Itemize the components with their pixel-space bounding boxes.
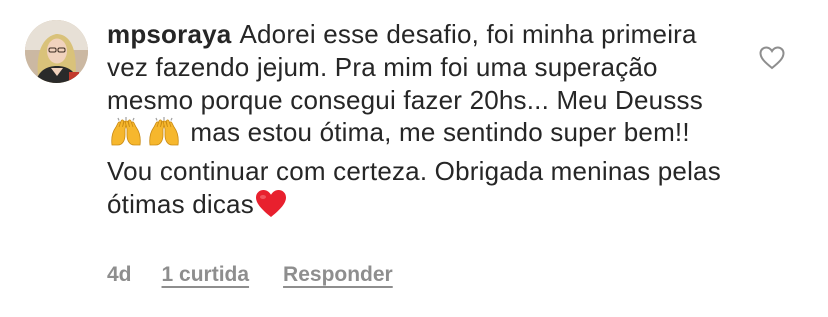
comment-meta: 4d 1 curtida Responder bbox=[107, 259, 393, 291]
comment: mpsoraya Adorei esse desafio, foi minha p… bbox=[0, 0, 828, 317]
red-heart-icon bbox=[255, 189, 287, 227]
reply-button[interactable]: Responder bbox=[283, 259, 393, 291]
likes-count-link[interactable]: 1 curtida bbox=[162, 259, 250, 291]
raising-hands-icon bbox=[146, 117, 182, 155]
comment-username[interactable]: mpsoraya bbox=[107, 19, 231, 49]
comment-timestamp: 4d bbox=[107, 263, 132, 286]
comment-body: mpsoraya Adorei esse desafio, foi minha p… bbox=[107, 18, 732, 227]
like-heart-icon[interactable] bbox=[759, 46, 785, 70]
avatar-image bbox=[25, 20, 88, 83]
raising-hands-icon bbox=[108, 117, 144, 155]
comment-text-part2: mas estou ótima, me sentindo super bem!!… bbox=[107, 117, 721, 219]
avatar[interactable] bbox=[25, 20, 88, 83]
